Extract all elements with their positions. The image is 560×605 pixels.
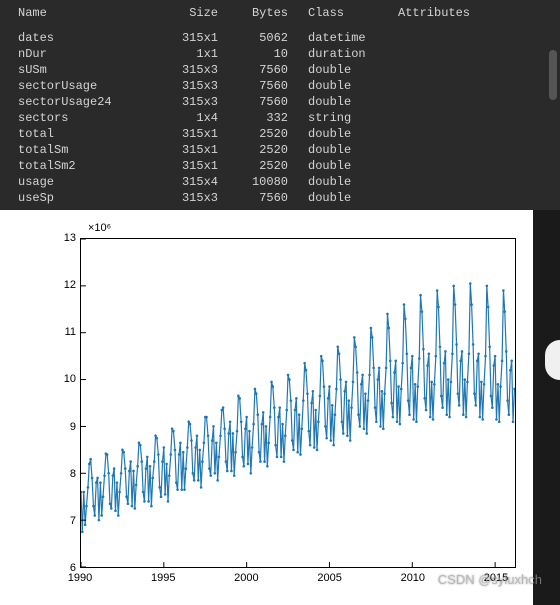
cell-attr [388,31,498,45]
side-panel-handle[interactable] [545,340,560,380]
cell-name: useSp [8,191,158,205]
x-tick-label: 2005 [317,572,341,584]
cell-attr [388,159,498,173]
table-row[interactable]: nDur1x110duration [8,46,552,62]
cell-name: usage [8,175,158,189]
table-row[interactable]: totalSm315x12520double [8,142,552,158]
y-tick-label: 13 [64,232,76,244]
header-class[interactable]: Class [298,6,388,20]
header-bytes[interactable]: Bytes [238,6,298,20]
cell-bytes: 10 [238,47,298,61]
cell-bytes: 7560 [238,63,298,77]
cell-attr [388,127,498,141]
table-row[interactable]: sUSm315x37560double [8,62,552,78]
cell-attr [388,175,498,189]
cell-size: 315x1 [158,159,238,173]
cell-name: total [8,127,158,141]
cell-size: 315x3 [158,79,238,93]
y-tick-label: 7 [70,515,76,527]
cell-class: string [298,111,388,125]
cell-bytes: 2520 [238,159,298,173]
y-axis-ticks: 678910111213 [50,238,76,568]
cell-attr [388,63,498,77]
cell-name: nDur [8,47,158,61]
cell-name: sUSm [8,63,158,77]
table-row[interactable]: dates315x15062datetime [8,30,552,46]
line-plot-svg [81,239,515,567]
cell-size: 315x1 [158,31,238,45]
cell-class: duration [298,47,388,61]
y-axis-exponent: ×10⁶ [88,222,111,234]
cell-bytes: 332 [238,111,298,125]
cell-name: dates [8,31,158,45]
cell-size: 315x1 [158,127,238,141]
x-tick-label: 2010 [401,572,425,584]
cell-attr [388,111,498,125]
cell-class: double [298,63,388,77]
y-tick-label: 9 [70,421,76,433]
cell-attr [388,47,498,61]
cell-attr [388,143,498,157]
cell-class: datetime [298,31,388,45]
cell-size: 315x3 [158,63,238,77]
cell-bytes: 2520 [238,143,298,157]
table-row[interactable]: sectorUsage24315x37560double [8,94,552,110]
cell-bytes: 7560 [238,79,298,93]
cell-size: 1x4 [158,111,238,125]
cell-attr [388,79,498,93]
chart-figure[interactable]: ×10⁶ 678910111213 1990199520002005201020… [0,210,533,605]
cell-bytes: 10080 [238,175,298,189]
y-tick-label: 12 [64,279,76,291]
table-row[interactable]: sectors1x4332string [8,110,552,126]
cell-size: 315x3 [158,95,238,109]
table-row[interactable]: usage315x410080double [8,174,552,190]
table-row[interactable]: useSp315x37560double [8,190,552,206]
y-tick-label: 11 [65,326,76,338]
cell-class: double [298,175,388,189]
watermark-text: CSDN @syluxhch [438,572,542,587]
plot-area[interactable] [80,238,516,568]
cell-bytes: 5062 [238,31,298,45]
cell-name: totalSm [8,143,158,157]
cell-bytes: 7560 [238,191,298,205]
cell-attr [388,191,498,205]
cell-name: sectorUsage24 [8,95,158,109]
cell-bytes: 2520 [238,127,298,141]
cell-class: double [298,127,388,141]
cell-name: sectors [8,111,158,125]
cell-class: double [298,159,388,173]
workspace-scrollbar[interactable] [545,0,560,197]
cell-name: sectorUsage [8,79,158,93]
y-tick-label: 8 [70,468,76,480]
cell-class: double [298,79,388,93]
table-row[interactable]: sectorUsage315x37560double [8,78,552,94]
header-size[interactable]: Size [158,6,238,20]
table-row[interactable]: total315x12520double [8,126,552,142]
cell-size: 315x1 [158,143,238,157]
header-attributes[interactable]: Attributes [388,6,498,20]
table-header-row: Name Size Bytes Class Attributes [8,4,552,22]
table-row[interactable]: totalSm2315x12520double [8,158,552,174]
x-tick-label: 1990 [68,572,92,584]
scrollbar-thumb[interactable] [549,50,557,100]
cell-class: double [298,191,388,205]
header-name[interactable]: Name [8,6,158,20]
cell-class: double [298,143,388,157]
cell-size: 1x1 [158,47,238,61]
y-tick-label: 10 [64,373,76,385]
x-tick-label: 2000 [234,572,258,584]
cell-name: totalSm2 [8,159,158,173]
x-tick-label: 1995 [151,572,175,584]
cell-class: double [298,95,388,109]
cell-size: 315x4 [158,175,238,189]
cell-bytes: 7560 [238,95,298,109]
cell-size: 315x3 [158,191,238,205]
workspace-variables-table: Name Size Bytes Class Attributes dates31… [0,0,560,210]
cell-attr [388,95,498,109]
